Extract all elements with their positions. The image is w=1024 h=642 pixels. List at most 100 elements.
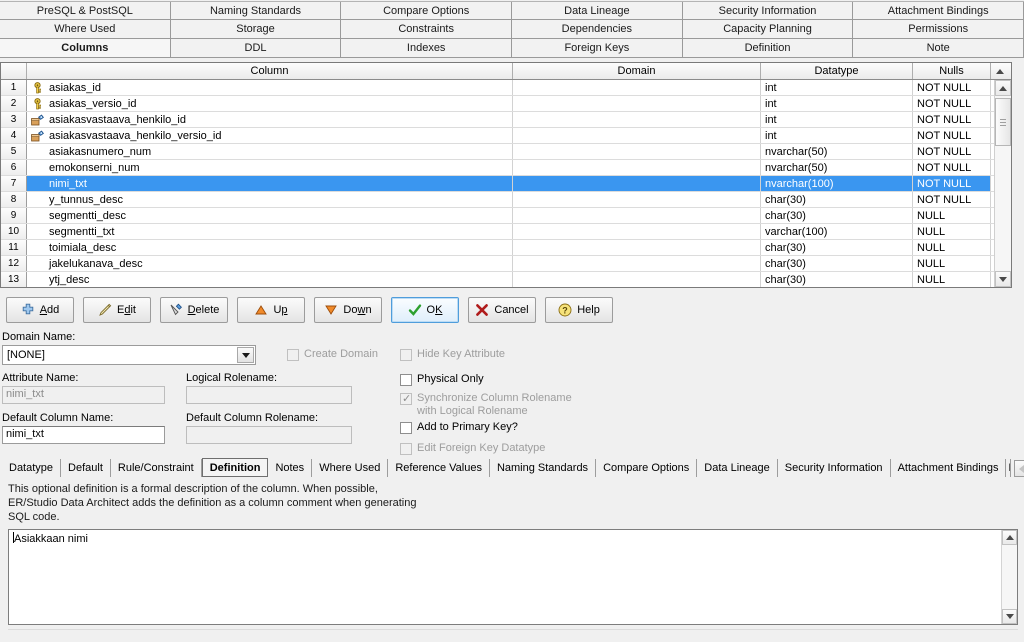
table-row[interactable]: 5 asiakasnumero_num nvarchar(50) NOT NULL (1, 144, 994, 160)
row-number[interactable]: 10 (1, 224, 27, 239)
cell-domain[interactable] (513, 128, 761, 143)
cell-datatype[interactable]: varchar(100) (761, 224, 913, 239)
table-row[interactable]: 12 jakelukanava_desc char(30) NULL (1, 256, 994, 272)
tab-permissions[interactable]: Permissions (853, 20, 1024, 38)
row-number[interactable]: 11 (1, 240, 27, 255)
tab-storage[interactable]: Storage (170, 20, 342, 38)
cell-column-name[interactable]: asiakas_versio_id (27, 96, 513, 111)
table-row[interactable]: 4 asiakasvastaava_henkilo_versio_id int NOT… (1, 128, 994, 144)
textarea-vertical-scrollbar[interactable] (1001, 530, 1017, 624)
cell-domain[interactable] (513, 256, 761, 271)
checkbox-box[interactable] (400, 374, 412, 386)
table-row[interactable]: 9 segmentti_desc char(30) NULL (1, 208, 994, 224)
cell-datatype[interactable]: int (761, 128, 913, 143)
domain-name-combo[interactable]: [NONE] (2, 345, 256, 365)
row-number[interactable]: 1 (1, 80, 27, 95)
tab-security-information-top[interactable]: Security Information (682, 2, 854, 19)
bottom-tab-clipped[interactable]: D (1006, 459, 1012, 477)
cell-nulls[interactable]: NOT NULL (913, 112, 991, 127)
row-number[interactable]: 8 (1, 192, 27, 207)
cell-column-name[interactable]: segmentti_desc (27, 208, 513, 223)
bottom-tab-where-used[interactable]: Where Used (312, 459, 389, 477)
tab-columns[interactable]: Columns (0, 39, 171, 57)
row-number[interactable]: 2 (1, 96, 27, 111)
cell-datatype[interactable]: nvarchar(50) (761, 144, 913, 159)
cell-column-name[interactable]: asiakas_id (27, 80, 513, 95)
add-button[interactable]: Add (6, 297, 74, 323)
cell-datatype[interactable]: nvarchar(50) (761, 160, 913, 175)
checkbox-physical-only[interactable]: Physical Only (400, 373, 484, 386)
cell-domain[interactable] (513, 176, 761, 191)
cell-nulls[interactable]: NULL (913, 272, 991, 287)
definition-textarea[interactable]: Asiakkaan nimi (9, 530, 1001, 624)
row-number[interactable]: 6 (1, 160, 27, 175)
cell-nulls[interactable]: NULL (913, 256, 991, 271)
cell-nulls[interactable]: NOT NULL (913, 160, 991, 175)
tab-note[interactable]: Note (853, 39, 1024, 57)
bottom-tab-definition[interactable]: Definition (201, 458, 269, 477)
table-row[interactable]: 1 asiakas_id int NOT NULL (1, 80, 994, 96)
cell-column-name[interactable]: toimiala_desc (27, 240, 513, 255)
tab-constraints[interactable]: Constraints (341, 20, 513, 38)
cell-datatype[interactable]: int (761, 96, 913, 111)
cell-datatype[interactable]: char(30) (761, 272, 913, 287)
cell-domain[interactable] (513, 224, 761, 239)
columns-grid[interactable]: Column Domain Datatype Nulls 1 asiakas_id… (0, 62, 1012, 288)
tab-data-lineage-top[interactable]: Data Lineage (512, 2, 683, 19)
textarea-scrollbar-track[interactable] (1002, 545, 1017, 609)
bottom-tab-rule-constraint[interactable]: Rule/Constraint (110, 459, 202, 477)
grid-header-column[interactable]: Column (27, 63, 513, 79)
table-row[interactable]: 11 toimiala_desc char(30) NULL (1, 240, 994, 256)
cancel-button[interactable]: Cancel (468, 297, 536, 323)
cell-column-name[interactable]: segmentti_txt (27, 224, 513, 239)
cell-nulls[interactable]: NOT NULL (913, 144, 991, 159)
tab-attachment-bindings-top[interactable]: Attachment Bindings (853, 2, 1024, 19)
checkbox-add-to-primary-key[interactable]: Add to Primary Key? (400, 421, 518, 434)
ok-button[interactable]: OK (391, 297, 459, 323)
bottom-tab-notes[interactable]: Notes (268, 459, 313, 477)
row-number[interactable]: 9 (1, 208, 27, 223)
table-row[interactable]: 6 emokonserni_num nvarchar(50) NOT NULL (1, 160, 994, 176)
checkbox-box[interactable] (400, 422, 412, 434)
cell-column-name[interactable]: asiakasvastaava_henkilo_versio_id (27, 128, 513, 143)
attribute-name-input[interactable]: nimi_txt (2, 386, 165, 404)
cell-datatype[interactable]: char(30) (761, 192, 913, 207)
bottom-tab-data-lineage[interactable]: Data Lineage (697, 459, 778, 477)
cell-datatype[interactable]: char(30) (761, 256, 913, 271)
scroll-down-button[interactable] (995, 271, 1011, 287)
cell-datatype[interactable]: char(30) (761, 240, 913, 255)
scrollbar-thumb[interactable] (995, 98, 1011, 146)
tab-dependencies[interactable]: Dependencies (512, 20, 683, 38)
tab-compare-options-top[interactable]: Compare Options (341, 2, 513, 19)
scroll-up-button[interactable] (995, 80, 1011, 96)
row-number[interactable]: 12 (1, 256, 27, 271)
row-number[interactable]: 3 (1, 112, 27, 127)
cell-nulls[interactable]: NOT NULL (913, 192, 991, 207)
bottom-tab-compare-options[interactable]: Compare Options (596, 459, 698, 477)
cell-column-name[interactable]: asiakasvastaava_henkilo_id (27, 112, 513, 127)
bottom-tab-security-information[interactable]: Security Information (777, 459, 891, 477)
table-row[interactable]: 7 nimi_txt nvarchar(100) NOT NULL (1, 176, 994, 192)
help-button[interactable]: ? Help (545, 297, 613, 323)
cell-nulls[interactable]: NOT NULL (913, 128, 991, 143)
bottom-tab-default[interactable]: Default (61, 459, 111, 477)
row-number[interactable]: 4 (1, 128, 27, 143)
cell-datatype[interactable]: int (761, 80, 913, 95)
tab-definition-top[interactable]: Definition (682, 39, 854, 57)
cell-column-name[interactable]: asiakasnumero_num (27, 144, 513, 159)
cell-domain[interactable] (513, 80, 761, 95)
cell-domain[interactable] (513, 272, 761, 287)
cell-nulls[interactable]: NOT NULL (913, 176, 991, 191)
cell-nulls[interactable]: NULL (913, 224, 991, 239)
tab-foreign-keys[interactable]: Foreign Keys (512, 39, 683, 57)
textarea-scroll-up-button[interactable] (1002, 530, 1017, 545)
tab-ddl[interactable]: DDL (170, 39, 342, 57)
definition-textarea-wrapper[interactable]: Asiakkaan nimi (8, 529, 1018, 625)
textarea-scroll-down-button[interactable] (1002, 609, 1017, 624)
default-column-rolename-input[interactable] (186, 426, 352, 444)
bottom-tab-attachment-bindings[interactable]: Attachment Bindings (890, 459, 1007, 477)
tab-where-used-top[interactable]: Where Used (0, 20, 171, 38)
table-row[interactable]: 13 ytj_desc char(30) NULL (1, 272, 994, 287)
bottom-tab-datatype[interactable]: Datatype (2, 459, 62, 477)
scrollbar-track[interactable] (995, 96, 1011, 271)
